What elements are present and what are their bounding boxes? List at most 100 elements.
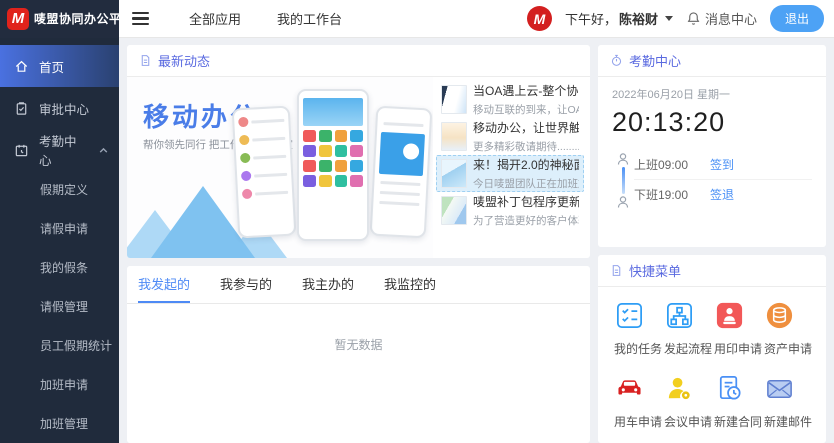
news-thumbnail [441,122,467,151]
sidebar-item-attendance-center[interactable]: 考勤中心 [0,129,119,171]
quick-menu-label: 我的任务 [614,340,662,357]
logout-button[interactable]: 退出 [770,5,824,32]
news-title: 来！揭开2.0的神秘面纱~ [473,156,579,173]
quick-menu-label: 新建合同 [714,413,762,430]
news-item[interactable]: 移动办公，让世界触手可 更多精彩敬请期待........ [436,118,584,155]
app-title: 唛盟协同办公平台 [34,10,134,27]
stamp-icon [714,300,745,331]
quick-menu-start-flow[interactable]: 发起流程 [662,300,712,357]
greeting-text: 下午好， [565,9,617,28]
news-thumbnail [441,159,467,188]
contract-icon [714,373,745,404]
news-carousel-banner[interactable]: 移动办公 帮你领先同行 把工作带出办公室 [127,77,433,258]
attendance-clock: 20:13:20 [612,107,812,138]
top-nav: 全部应用 我的工作台 [189,9,342,28]
header-right: M 下午好，陈裕财 消息中心 退出 [527,5,834,32]
top-header: M 唛盟协同办公平台 全部应用 我的工作台 M 下午好，陈裕财 消息中心 退出 [0,0,834,38]
user-name: 陈裕财 [619,9,658,28]
panel-title: 考勤中心 [629,51,681,70]
asset-icon [764,300,795,331]
news-list: 当OA遇上云-整个协同OA 移动互联的到来，让OA与云 移动办公，让世界触手可 … [433,77,590,258]
app-logo[interactable]: M 唛盟协同办公平台 [0,0,119,38]
sidebar: 首页 审批中心 考勤中心 假期定义 请假申请 我的假条 请假管理 员工假期统计 … [0,38,119,443]
nav-my-workspace[interactable]: 我的工作台 [277,9,342,28]
flow-icon [664,300,695,331]
quick-menu-seal-request[interactable]: 用印申请 [712,300,762,357]
sidebar-subitem-leave-management[interactable]: 请假管理 [0,288,119,327]
sidebar-item-label: 审批中心 [39,99,89,118]
attendance-timeline: 上班09:00 签到 下班19:00 签退 [612,150,812,209]
nav-all-apps[interactable]: 全部应用 [189,9,241,28]
sidebar-subitem-leave-request[interactable]: 请假申请 [0,210,119,249]
quick-menu-asset-request[interactable]: 资产申请 [762,300,812,357]
user-avatar[interactable]: M [527,6,552,31]
attendance-date: 2022年06月20日 星期一 [612,86,812,102]
tab-initiated-by-me[interactable]: 我发起的 [138,266,190,303]
news-item[interactable]: 唛盟补丁包程序更新 为了营造更好的客户体验，唛 [436,192,584,229]
latest-news-panel: 最新动态 移动办公 帮你领先同行 把工作带出办公室 [127,45,590,258]
meeting-icon [664,373,695,404]
sidebar-subitem-holiday-definition[interactable]: 假期定义 [0,171,119,210]
news-desc: 今日唛盟团队正在加班加点, [473,176,579,191]
check-out-link[interactable]: 签退 [710,186,734,203]
news-desc: 更多精彩敬请期待........ [473,139,579,154]
logo-m-icon: M [7,8,29,30]
quick-menu-meeting-request[interactable]: 会议申请 [662,373,712,430]
attendance-panel: 考勤中心 2022年06月20日 星期一 20:13:20 [598,45,826,247]
quick-menu-label: 发起流程 [664,340,712,357]
message-center[interactable]: 消息中心 [686,9,757,28]
user-menu[interactable]: 下午好，陈裕财 [565,9,673,28]
news-thumbnail [441,196,467,225]
tab-hosted-by-me[interactable]: 我主办的 [302,266,354,303]
banner-phone [297,89,369,241]
task-icon [614,300,645,331]
menu-toggle-icon[interactable] [132,12,149,25]
quick-menu-new-contract[interactable]: 新建合同 [712,373,762,430]
attendance-icon [14,143,29,158]
timeline-connector [622,167,625,194]
tab-bar: 我发起的 我参与的 我主办的 我监控的 [127,266,590,304]
news-item-highlighted[interactable]: 来！揭开2.0的神秘面纱~ 今日唛盟团队正在加班加点, [436,155,584,192]
quick-menu-label: 用印申请 [714,340,762,357]
person-icon [616,152,630,166]
tab-monitored-by-me[interactable]: 我监控的 [384,266,436,303]
sidebar-subitem-my-leave-slips[interactable]: 我的假条 [0,249,119,288]
chevron-up-icon [98,145,109,156]
banner-phone [232,106,297,239]
news-thumbnail [441,85,467,114]
sidebar-item-approval-center[interactable]: 审批中心 [0,87,119,129]
quick-menu-panel: 快捷菜单 我的任务 [598,255,826,443]
mail-icon [764,373,795,404]
sidebar-subitem-overtime-request[interactable]: 加班申请 [0,366,119,405]
home-icon [14,59,29,74]
empty-state-text: 暂无数据 [127,304,590,353]
quick-menu-label: 会议申请 [664,413,712,430]
document-icon [610,264,623,277]
person-icon [616,195,630,209]
sidebar-subitem-staff-holiday-stats[interactable]: 员工假期统计 [0,327,119,366]
sidebar-item-home[interactable]: 首页 [0,45,119,87]
news-item[interactable]: 当OA遇上云-整个协同OA 移动互联的到来，让OA与云 [436,81,584,118]
news-desc: 为了营造更好的客户体验，唛 [473,213,579,228]
main-content: 最新动态 移动办公 帮你领先同行 把工作带出办公室 [119,38,834,443]
document-icon [139,54,152,67]
tab-participated-by-me[interactable]: 我参与的 [220,266,272,303]
quick-menu-new-mail[interactable]: 新建邮件 [762,373,812,430]
panel-title: 快捷菜单 [629,261,681,280]
panel-title: 最新动态 [158,51,210,70]
news-title: 移动办公，让世界触手可 [473,119,579,136]
quick-menu-my-tasks[interactable]: 我的任务 [612,300,662,357]
banner-illustration [233,87,429,258]
check-in-link[interactable]: 签到 [710,156,734,173]
sidebar-subitem-overtime-management[interactable]: 加班管理 [0,405,119,443]
check-in-time-label: 上班09:00 [634,156,710,173]
banner-phone [370,106,433,239]
quick-menu-grid: 我的任务 发起流程 [598,287,826,430]
latest-news-header: 最新动态 [127,45,590,77]
news-desc: 移动互联的到来，让OA与云 [473,102,579,117]
quick-menu-header: 快捷菜单 [598,255,826,287]
car-icon [614,373,645,404]
quick-menu-vehicle-request[interactable]: 用车申请 [612,373,662,430]
stopwatch-icon [610,54,623,67]
bell-icon [686,11,701,26]
